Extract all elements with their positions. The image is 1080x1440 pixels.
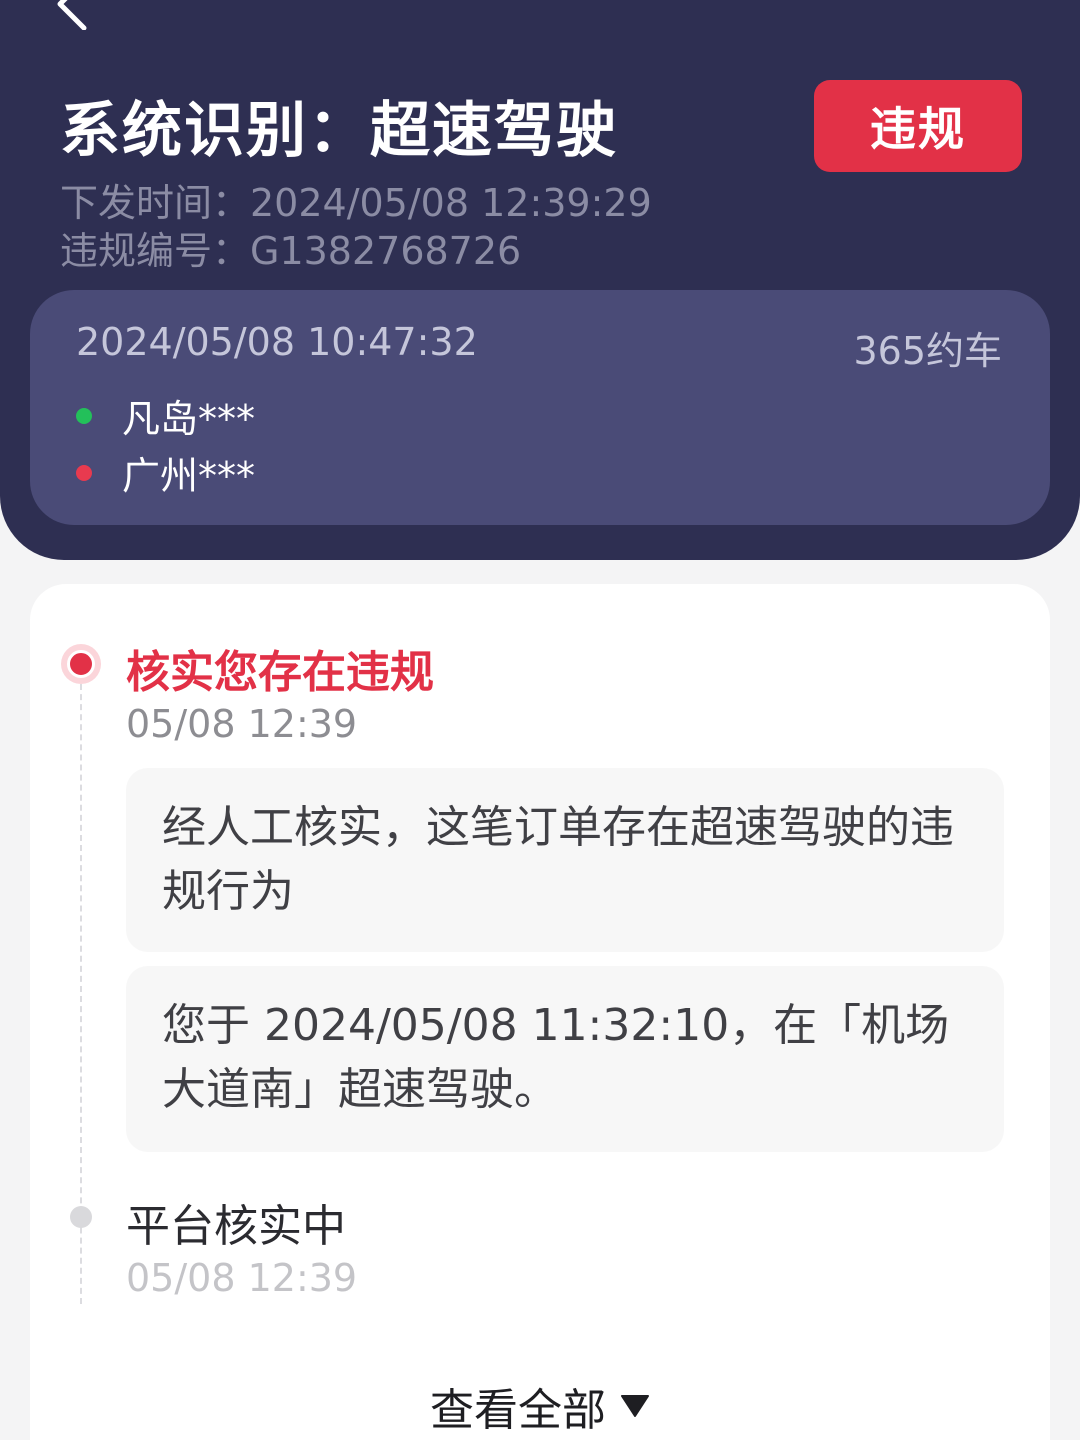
violation-header: 系统识别：超速驾驶 违规 下发时间：2024/05/08 12:39:29 违规… xyxy=(0,0,1080,560)
violation-number: 违规编号：G1382768726 xyxy=(60,229,522,273)
view-all-button[interactable]: 查看全部 xyxy=(430,1374,650,1438)
step-time-verified: 05/08 12:39 xyxy=(126,702,358,746)
issue-time: 下发时间：2024/05/08 12:39:29 xyxy=(60,181,652,225)
step-title-reviewing: 平台核实中 xyxy=(126,1201,346,1252)
trip-origin: 凡岛*** xyxy=(76,388,255,443)
destination-label: 广州*** xyxy=(122,454,256,498)
pending-step-icon xyxy=(70,1206,92,1228)
trip-card: 2024/05/08 10:47:32 365约车 凡岛*** 广州*** xyxy=(30,290,1050,525)
caret-down-icon xyxy=(621,1395,649,1417)
destination-dot-icon xyxy=(76,464,92,481)
step-title-verified: 核实您存在违规 xyxy=(126,647,434,698)
page-title: 系统识别：超速驾驶 xyxy=(60,96,618,166)
chevron-left-icon[interactable] xyxy=(46,0,102,30)
origin-dot-icon xyxy=(76,407,92,424)
view-all-label: 查看全部 xyxy=(430,1385,606,1436)
timeline-card: 核实您存在违规 05/08 12:39 经人工核实，这笔订单存在超速驾驶的违规行… xyxy=(30,584,1050,1440)
trip-platform: 365约车 xyxy=(853,329,1002,373)
active-step-icon xyxy=(61,644,101,684)
status-badge: 违规 xyxy=(814,80,1022,172)
step-time-reviewing: 05/08 12:39 xyxy=(126,1256,358,1300)
step-note: 您于 2024/05/08 11:32:10，在「机场大道南」超速驾驶。 xyxy=(126,966,1004,1152)
violation-detail-page: 系统识别：超速驾驶 违规 下发时间：2024/05/08 12:39:29 违规… xyxy=(0,0,1080,1440)
origin-label: 凡岛*** xyxy=(122,397,256,441)
trip-destination: 广州*** xyxy=(76,445,255,500)
trip-time: 2024/05/08 10:47:32 xyxy=(76,320,478,364)
step-note: 经人工核实，这笔订单存在超速驾驶的违规行为 xyxy=(126,768,1004,952)
